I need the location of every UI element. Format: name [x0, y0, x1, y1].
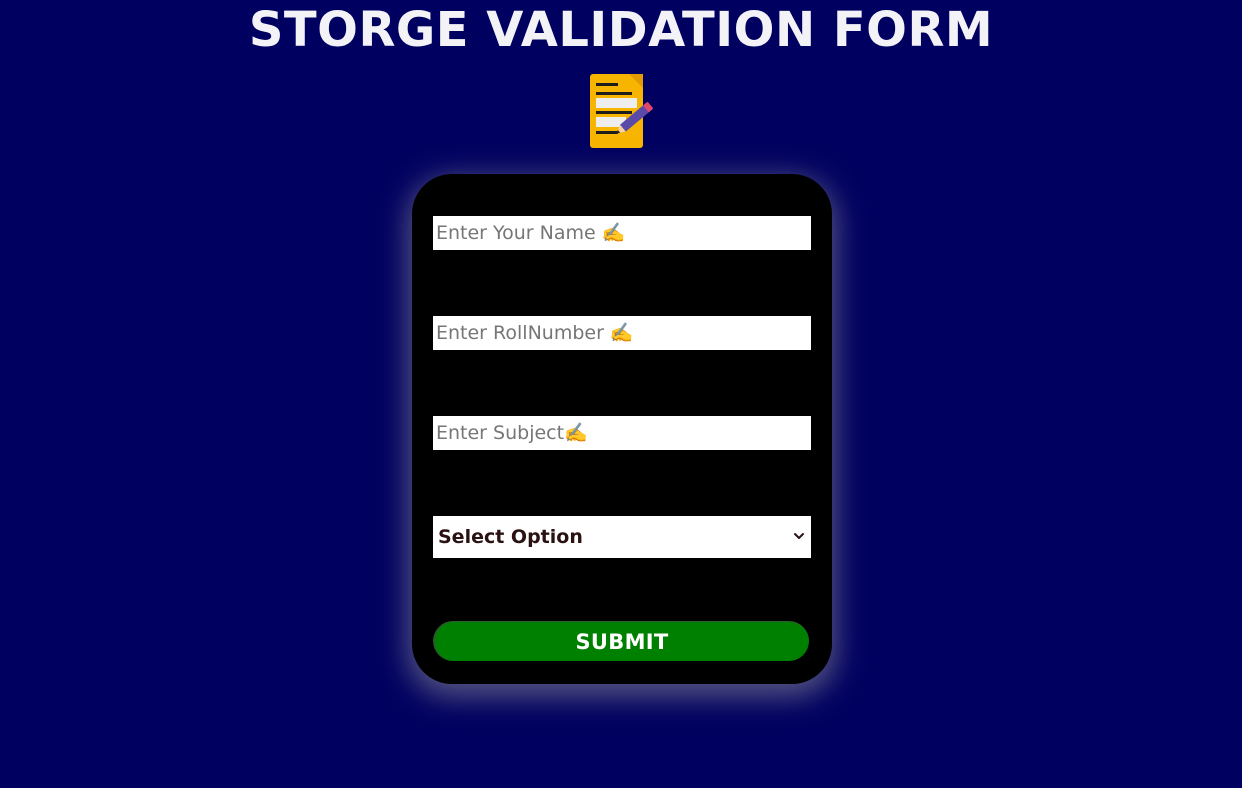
name-input[interactable]: [433, 216, 811, 250]
page-title: STORGE VALIDATION FORM: [248, 2, 994, 58]
memo-icon: [590, 74, 653, 148]
chevron-down-icon: [794, 533, 804, 539]
select-label: Select Option: [438, 526, 583, 548]
subject-input[interactable]: [433, 416, 811, 450]
roll-number-input[interactable]: [433, 316, 811, 350]
option-select[interactable]: Select Option: [433, 516, 811, 558]
form-card: Select Option SUBMIT: [412, 174, 832, 684]
submit-button[interactable]: SUBMIT: [433, 621, 809, 661]
